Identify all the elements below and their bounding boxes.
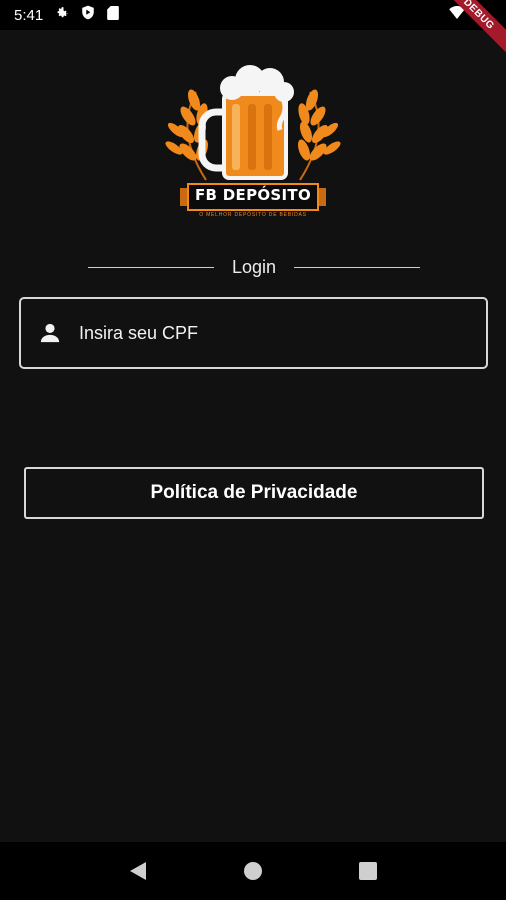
person-icon bbox=[39, 322, 61, 344]
recents-icon[interactable] bbox=[348, 851, 388, 891]
sd-card-icon bbox=[107, 5, 120, 25]
shield-play-icon bbox=[81, 5, 95, 25]
home-icon[interactable] bbox=[233, 851, 273, 891]
login-divider: Login bbox=[88, 255, 421, 279]
logo-tagline: O MELHOR DEPÓSITO DE BEBIDAS bbox=[199, 212, 307, 218]
divider-line-right bbox=[294, 266, 421, 268]
login-label: Login bbox=[231, 256, 277, 277]
back-icon[interactable] bbox=[118, 851, 158, 891]
cpf-field[interactable]: Insira seu CPF bbox=[19, 297, 488, 369]
logo: FB DEPÓSITO O MELHOR DEPÓSITO DE BEBIDAS bbox=[158, 52, 348, 222]
divider-line-left bbox=[88, 266, 214, 268]
status-time: 5:41 bbox=[14, 6, 44, 24]
beer-mug-icon bbox=[198, 65, 294, 180]
privacy-policy-button[interactable]: Política de Privacidade bbox=[24, 467, 484, 519]
gear-icon bbox=[55, 6, 69, 25]
status-bar: 5:41 bbox=[0, 0, 506, 30]
wheat-right-icon bbox=[297, 89, 341, 181]
status-left: 5:41 bbox=[14, 5, 120, 25]
logo-brand: FB DEPÓSITO bbox=[194, 186, 311, 204]
nav-bar bbox=[0, 842, 506, 900]
cpf-input[interactable]: Insira seu CPF bbox=[79, 323, 198, 344]
